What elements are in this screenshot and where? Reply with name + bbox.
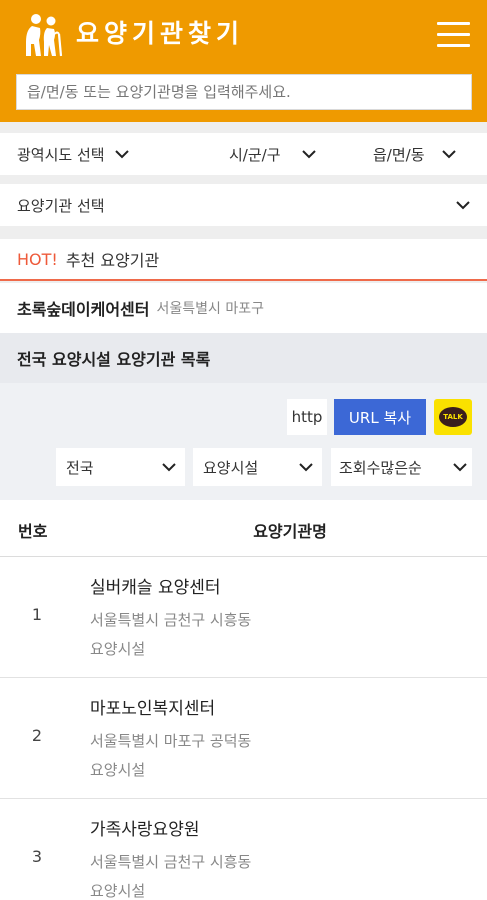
- row-address: 서울특별시 금천구 시흥동: [90, 853, 252, 871]
- town-select[interactable]: 읍/면/동: [373, 133, 457, 175]
- row-name: 실버캐슬 요양센터: [90, 578, 221, 598]
- region-filter-row: 광역시도 선택 시/군/구 읍/면/동: [0, 133, 487, 175]
- app-title: 요양기관찾기: [76, 19, 245, 48]
- app-header: 요양기관찾기: [0, 0, 487, 122]
- province-select[interactable]: 광역시도 선택: [17, 133, 130, 175]
- chevron-down-icon: [298, 459, 314, 475]
- kakaotalk-icon: TALK: [439, 407, 467, 427]
- recommended-institution[interactable]: 초록숲데이케어센터 서울특별시 마포구: [0, 283, 487, 333]
- row-type: 요양시설: [90, 761, 146, 779]
- row-name: 마포노인복지센터: [90, 699, 216, 719]
- table-row[interactable]: 3 가족사랑요양원 서울특별시 금천구 시흥동 요양시설: [0, 799, 487, 900]
- search-input[interactable]: [16, 74, 472, 110]
- list-toolbar: http URL 복사 TALK 전국 요양시설 조회수많은순: [0, 383, 487, 500]
- row-name: 가족사랑요양원: [90, 820, 200, 840]
- sort-dropdown[interactable]: 조회수많은순: [331, 448, 472, 486]
- chevron-down-icon: [455, 197, 471, 213]
- chevron-down-icon: [452, 459, 468, 475]
- http-label: http: [287, 399, 327, 435]
- hot-recommend-header: HOT! 추천 요양기관: [0, 239, 487, 281]
- institution-select-label: 요양기관 선택: [17, 196, 105, 215]
- row-type: 요양시설: [90, 882, 146, 900]
- institution-table: 번호 요양기관명 1 실버캐슬 요양센터 서울특별시 금천구 시흥동 요양시설 …: [0, 500, 487, 900]
- hot-tag: HOT!: [17, 249, 58, 269]
- row-address: 서울특별시 금천구 시흥동: [90, 611, 252, 629]
- table-row[interactable]: 1 실버캐슬 요양센터 서울특별시 금천구 시흥동 요양시설: [0, 557, 487, 678]
- type-dropdown[interactable]: 요양시설: [193, 448, 322, 486]
- chevron-down-icon: [114, 146, 130, 162]
- recommended-location: 서울특별시 마포구: [156, 301, 264, 317]
- row-number: 1: [31, 605, 43, 624]
- hot-title: 추천 요양기관: [65, 251, 160, 270]
- kakaotalk-share-button[interactable]: TALK: [434, 399, 472, 435]
- institution-select[interactable]: 요양기관 선택: [0, 184, 487, 226]
- sort-dropdown-label: 조회수많은순: [339, 458, 422, 477]
- elderly-couple-logo-icon: [22, 12, 64, 58]
- chevron-down-icon: [161, 459, 177, 475]
- table-row[interactable]: 2 마포노인복지센터 서울특별시 마포구 공덕동 요양시설: [0, 678, 487, 799]
- town-select-label: 읍/면/동: [373, 145, 425, 164]
- url-copy-button[interactable]: URL 복사: [334, 399, 426, 435]
- row-number: 3: [31, 847, 43, 866]
- chevron-down-icon: [301, 146, 317, 162]
- type-dropdown-label: 요양시설: [203, 458, 259, 477]
- recommended-name: 초록숲데이케어센터: [17, 300, 150, 319]
- region-dropdown-label: 전국: [66, 458, 94, 477]
- row-number: 2: [31, 726, 43, 745]
- row-address: 서울특별시 마포구 공덕동: [90, 732, 252, 750]
- table-header: 번호 요양기관명: [0, 500, 487, 557]
- province-select-label: 광역시도 선택: [17, 145, 105, 164]
- chevron-down-icon: [441, 146, 457, 162]
- column-name: 요양기관명: [253, 522, 327, 541]
- region-dropdown[interactable]: 전국: [56, 448, 185, 486]
- row-type: 요양시설: [90, 640, 146, 658]
- hamburger-menu-icon[interactable]: [437, 22, 470, 48]
- city-select[interactable]: 시/군/구: [229, 133, 317, 175]
- list-heading: 전국 요양시설 요양기관 목록: [0, 333, 487, 383]
- city-select-label: 시/군/구: [229, 145, 281, 164]
